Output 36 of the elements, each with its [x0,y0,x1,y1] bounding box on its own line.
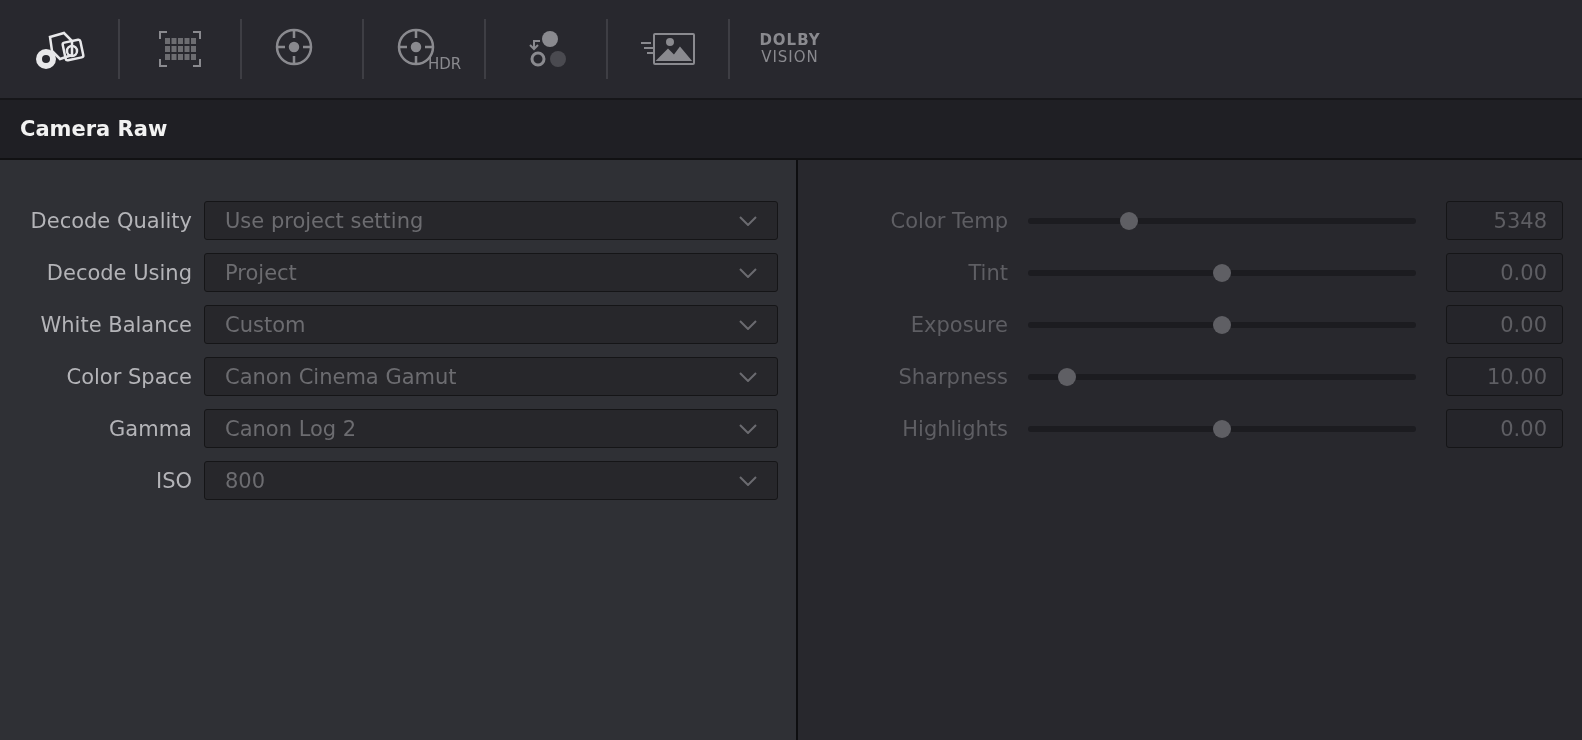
dropdown[interactable]: Canon Cinema Gamut [204,357,778,396]
slider-thumb[interactable] [1057,367,1076,386]
panel-title: Camera Raw [20,117,168,141]
value-field[interactable]: 5348 [1446,201,1563,240]
setting-label: Color Space [65,364,192,389]
dolby-label: DOLBY [759,31,821,49]
hdr-label: HDR [428,55,462,73]
chevron-down-icon [739,267,757,278]
setting-label: Gamma [108,416,192,441]
setting-label: Decode Quality [29,208,192,233]
image-icon [640,31,696,67]
toolbar-button[interactable]: DOLBY VISION [754,19,826,79]
value-field[interactable]: 10.00 [1446,357,1563,396]
dropdown[interactable]: 800 [204,461,778,500]
chevron-down-icon [739,475,757,486]
dropdown[interactable]: Canon Log 2 [204,409,778,448]
vision-label: VISION [760,49,820,67]
slider-thumb[interactable] [1213,419,1231,438]
chevron-down-icon [739,215,757,226]
color-chart-icon [158,29,202,69]
slider-thumb[interactable] [1119,211,1138,230]
setting-label: ISO [154,468,192,493]
chevron-down-icon [739,371,757,382]
dropdown[interactable]: Use project setting [204,201,778,240]
value-field[interactable]: 0.00 [1446,253,1563,292]
dropdown[interactable]: Custom [204,305,778,344]
chevron-down-icon [739,319,757,330]
slider-thumb[interactable] [1213,263,1231,282]
dropdown[interactable]: Project [204,253,778,292]
value-field[interactable]: 0.00 [1446,305,1563,344]
setting-label: Decode Using [45,260,192,285]
slider-thumb[interactable] [1213,315,1231,334]
chevron-down-icon [739,423,757,434]
setting-label: White Balance [39,312,192,337]
toolbar-button[interactable]: HDR [388,19,460,79]
value-field[interactable]: 0.00 [1446,409,1563,448]
